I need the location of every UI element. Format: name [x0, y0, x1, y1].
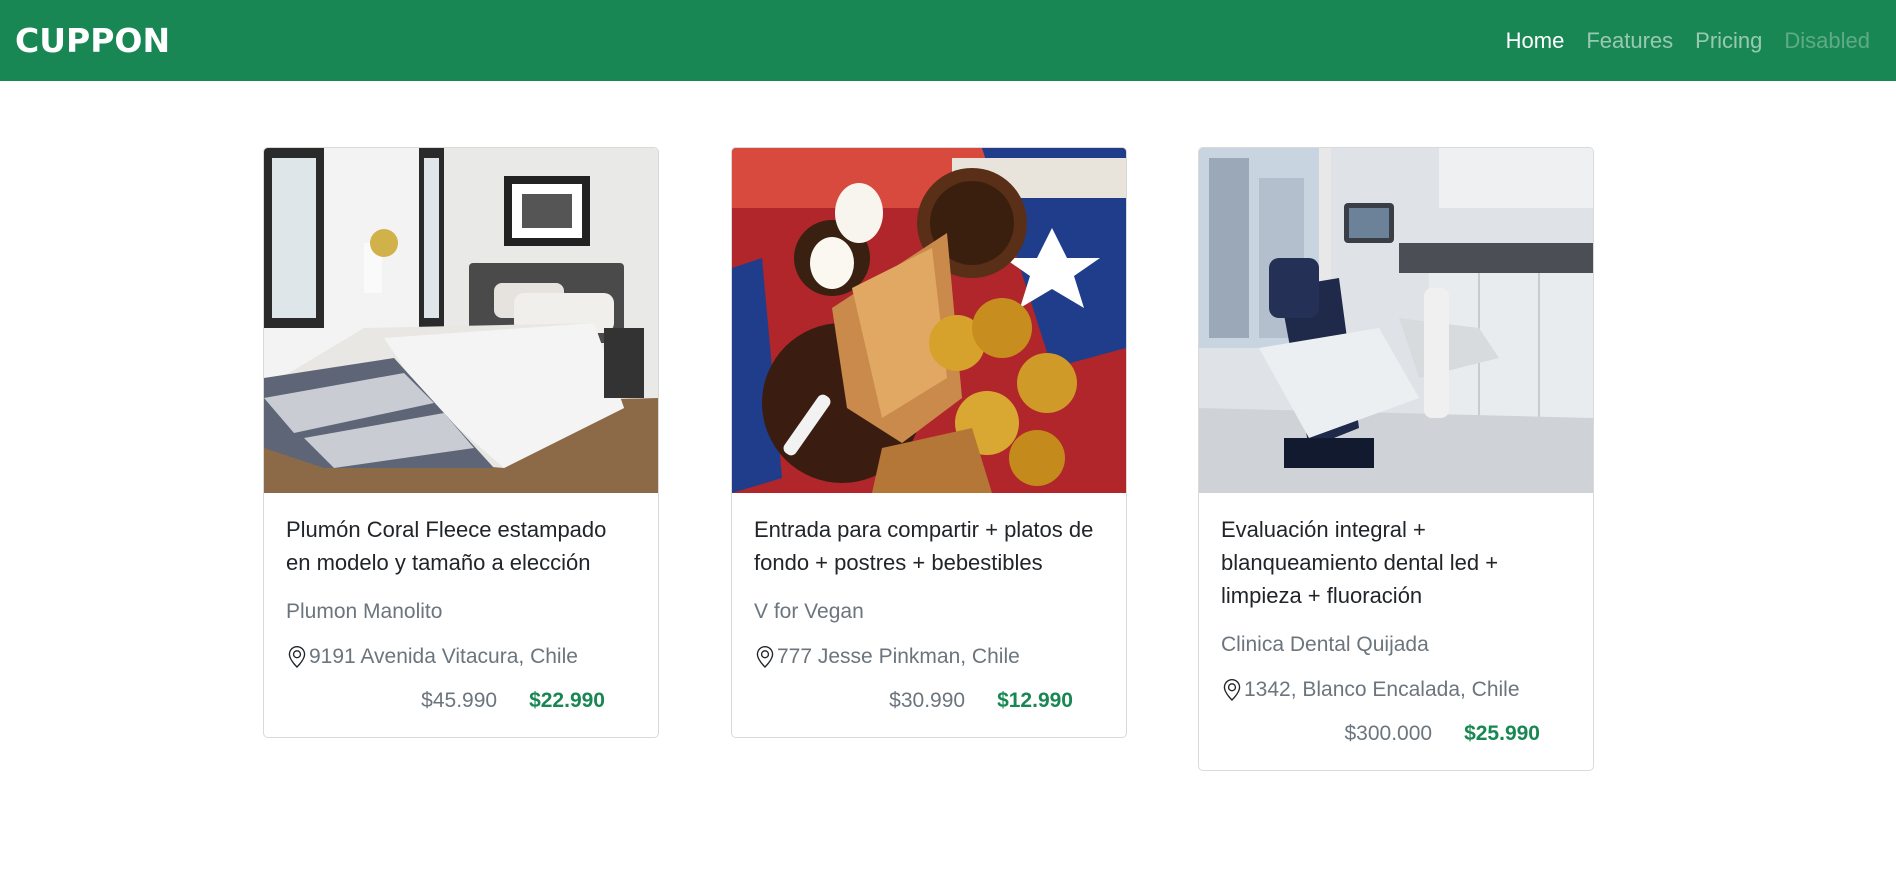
- card-body: Plumón Coral Fleece estampado en modelo …: [264, 493, 658, 737]
- card-body: Entrada para compartir + platos de fondo…: [732, 493, 1126, 737]
- discount-price: $22.990: [529, 689, 605, 712]
- nav-link-features[interactable]: Features: [1586, 28, 1673, 54]
- location-pin-icon: [288, 646, 306, 668]
- seller-name: Plumon Manolito: [286, 600, 443, 623]
- location-text: 1342, Blanco Encalada, Chile: [1244, 678, 1520, 701]
- seller-name: Clinica Dental Quijada: [1221, 633, 1429, 656]
- location-pin-icon: [1223, 679, 1241, 701]
- brand-logo[interactable]: CUPPON: [15, 21, 170, 60]
- price-row: $45.990 $22.990: [286, 689, 636, 713]
- top-navbar: CUPPON Home Features Pricing Disabled: [0, 0, 1896, 81]
- location: 777 Jesse Pinkman, Chile: [754, 645, 1104, 669]
- original-price: $45.990: [421, 689, 498, 712]
- discount-price: $25.990: [1464, 722, 1540, 745]
- nav-link-pricing[interactable]: Pricing: [1695, 28, 1762, 54]
- location: 1342, Blanco Encalada, Chile: [1221, 678, 1571, 702]
- deal-card[interactable]: Evaluación integral + blanqueamiento den…: [1198, 147, 1594, 771]
- deal-title[interactable]: Evaluación integral + blanqueamiento den…: [1221, 513, 1571, 612]
- nav-links: Home Features Pricing Disabled: [1506, 28, 1870, 54]
- chilean-food-photo[interactable]: [732, 148, 1126, 493]
- deal-card[interactable]: Entrada para compartir + platos de fondo…: [731, 147, 1127, 738]
- location: 9191 Avenida Vitacura, Chile: [286, 645, 636, 669]
- seller-name: V for Vegan: [754, 600, 864, 623]
- location-text: 9191 Avenida Vitacura, Chile: [309, 645, 578, 668]
- price-row: $300.000 $25.990: [1221, 722, 1571, 746]
- original-price: $300.000: [1344, 722, 1433, 745]
- deal-title[interactable]: Entrada para compartir + platos de fondo…: [754, 513, 1104, 579]
- card-body: Evaluación integral + blanqueamiento den…: [1199, 493, 1593, 770]
- nav-link-home[interactable]: Home: [1506, 28, 1565, 54]
- bedroom-photo[interactable]: [264, 148, 658, 493]
- deal-card[interactable]: Plumón Coral Fleece estampado en modelo …: [263, 147, 659, 738]
- deal-title[interactable]: Plumón Coral Fleece estampado en modelo …: [286, 513, 636, 579]
- dental-clinic-photo[interactable]: [1199, 148, 1593, 493]
- price-row: $30.990 $12.990: [754, 689, 1104, 713]
- location-pin-icon: [756, 646, 774, 668]
- discount-price: $12.990: [997, 689, 1073, 712]
- location-text: 777 Jesse Pinkman, Chile: [777, 645, 1020, 668]
- original-price: $30.990: [889, 689, 966, 712]
- nav-link-disabled: Disabled: [1784, 27, 1870, 53]
